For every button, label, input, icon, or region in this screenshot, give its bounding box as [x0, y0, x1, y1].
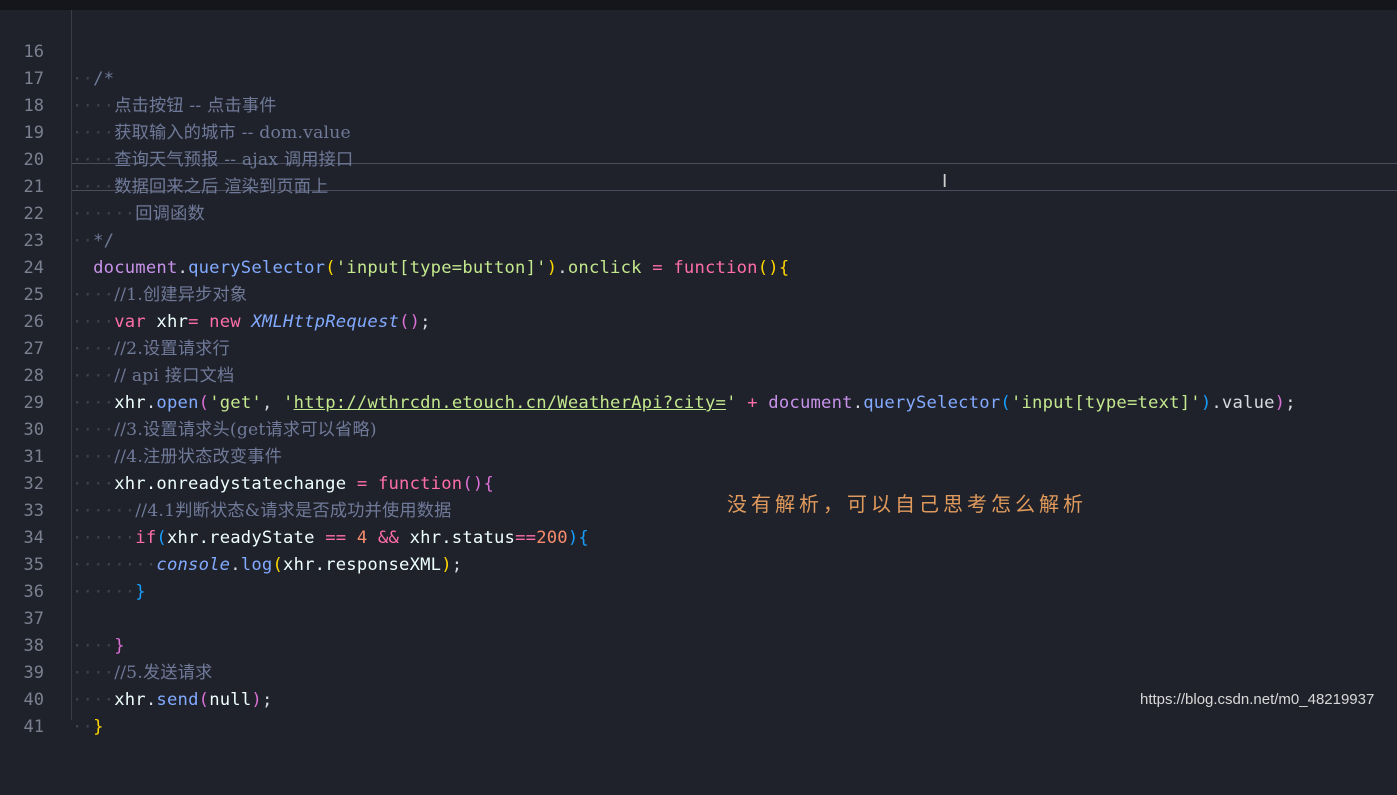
- code-line-31: 31 ····xhr.onreadystatechange = function…: [0, 417, 1397, 494]
- code-editor[interactable]: 16 ··/* 17 ····点击按钮 -- 点击事件 18 ····获取输入的…: [0, 12, 1397, 737]
- code-line-33: 33 ······if(xhr.readyState == 4 && xhr.s…: [0, 471, 1397, 548]
- code-line-36: 36: [0, 552, 1397, 602]
- code-line-38: 38 ····//5.发送请求: [0, 606, 1397, 683]
- code-line-19: 19 ····查询天气预报 -- ajax 调用接口: [0, 93, 1397, 170]
- code-line-32: 32 ······//4.1判断状态&请求是否成功并使用数据: [0, 444, 1397, 521]
- code-line-39: 39 ····xhr.send(null);: [0, 633, 1397, 710]
- code-line-24: 24 ····//1.创建异步对象: [0, 228, 1397, 305]
- code-line-37: 37 ····}: [0, 579, 1397, 656]
- code-line-30: 30 ····//4.注册状态改变事件: [0, 390, 1397, 467]
- line-number: 41: [23, 717, 44, 737]
- code-line-23: 23 document.querySelector('input[type=bu…: [0, 201, 1397, 278]
- code-line-27: 27 ····// api 接口文档: [0, 309, 1397, 386]
- annotation-text: 没有解析，可以自己思考怎么解析: [727, 492, 1087, 516]
- code-line-20: 20 ····数据回来之后 渲染到页面上: [0, 120, 1397, 197]
- code-line-16: 16 ··/*: [0, 12, 1397, 89]
- editor-top-bar: [0, 0, 1397, 10]
- code-line-18: 18 ····获取输入的城市 -- dom.value: [0, 66, 1397, 143]
- code-line-22: 22 ··*/: [0, 174, 1397, 251]
- code-line-21: 21 ······回调函数: [0, 147, 1397, 224]
- code-line-25: 25 ····var xhr= new XMLHttpRequest();: [0, 255, 1397, 332]
- code-line-34: 34 ········console.log(xhr.responseXML);: [0, 498, 1397, 575]
- code-line-40: 40 ··}: [0, 660, 1397, 737]
- watermark: https://blog.csdn.net/m0_48219937: [1140, 691, 1375, 708]
- code-line-28: 28 ····xhr.open('get', 'http://wthrcdn.e…: [0, 336, 1397, 413]
- text-cursor-icon: I: [942, 171, 948, 192]
- code-line-17: 17 ····点击按钮 -- 点击事件: [0, 39, 1397, 116]
- code-line-29: 29 ····//3.设置请求头(get请求可以省略): [0, 363, 1397, 440]
- code-line-26: 26 ····//2.设置请求行: [0, 282, 1397, 359]
- code-line-35: 35 ······}: [0, 525, 1397, 602]
